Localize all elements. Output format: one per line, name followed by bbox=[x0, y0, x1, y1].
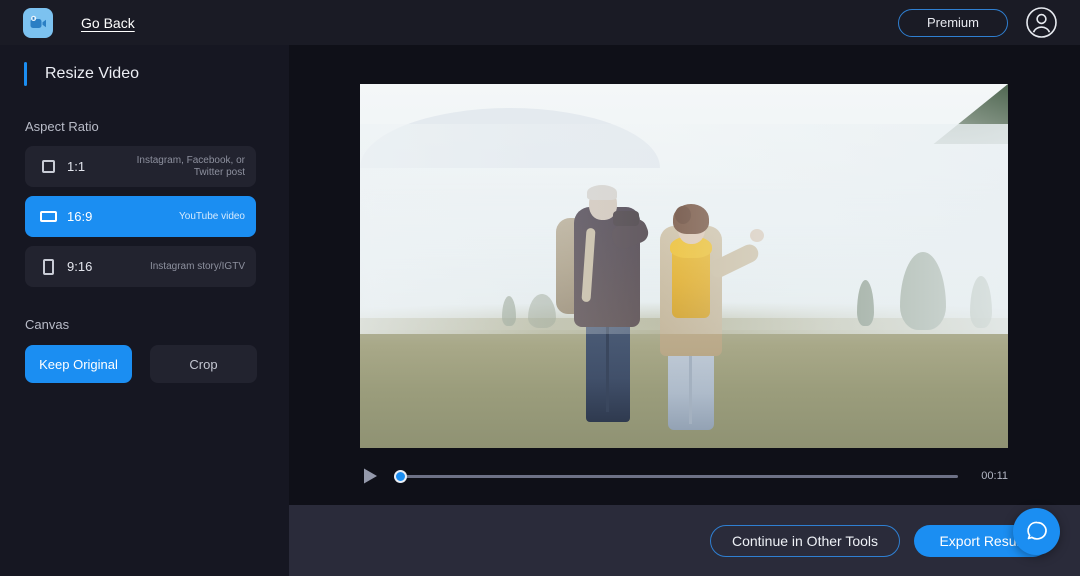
aspect-ratio-label: 16:9 bbox=[67, 209, 93, 224]
video-progress-bar[interactable] bbox=[394, 466, 958, 486]
title-accent-bar bbox=[24, 62, 27, 86]
page-title: Resize Video bbox=[45, 65, 139, 82]
sidebar-panel: Resize Video Aspect Ratio 1:1 Instagram,… bbox=[0, 45, 289, 576]
video-preview[interactable] bbox=[360, 84, 1008, 448]
canvas-section-label: Canvas bbox=[25, 317, 70, 332]
header-actions: Premium bbox=[898, 7, 1057, 38]
aspect-ratio-section-label: Aspect Ratio bbox=[25, 119, 99, 134]
canvas-crop-button[interactable]: Crop bbox=[150, 345, 257, 383]
bottom-action-bar: Continue in Other Tools Export Result bbox=[289, 505, 1080, 576]
canvas-options: Keep Original Crop bbox=[25, 345, 289, 383]
video-scene bbox=[360, 84, 1008, 448]
binoculars bbox=[613, 211, 639, 226]
app-header: Go Back Premium bbox=[0, 0, 1080, 45]
go-back-link[interactable]: Go Back bbox=[81, 15, 135, 31]
user-avatar-icon[interactable] bbox=[1026, 7, 1057, 38]
aspect-ratio-option-16-9[interactable]: 16:9 YouTube video bbox=[25, 196, 256, 237]
continue-in-other-tools-button[interactable]: Continue in Other Tools bbox=[710, 524, 900, 557]
video-preview-area: 00:11 bbox=[289, 45, 1080, 505]
landscape-rectangle-outline-icon bbox=[39, 211, 57, 222]
square-outline-icon bbox=[39, 160, 57, 173]
man-hair bbox=[587, 185, 617, 200]
chat-bubble-icon[interactable] bbox=[1013, 508, 1060, 555]
man-jeans bbox=[586, 312, 630, 422]
progress-track bbox=[394, 474, 958, 478]
woman-hair-front bbox=[675, 206, 691, 224]
woman-hand bbox=[750, 229, 764, 242]
progress-scrubber-handle[interactable] bbox=[394, 469, 407, 483]
resize-video-app: Go Back Premium Resize Video Aspect Rati… bbox=[0, 0, 1080, 576]
play-triangle-icon[interactable] bbox=[360, 466, 380, 486]
panel-title-row: Resize Video bbox=[24, 62, 289, 86]
aspect-ratio-description: Instagram, Facebook, or Twitter post bbox=[136, 154, 245, 178]
video-player-controls: 00:11 bbox=[360, 463, 1008, 489]
video-duration-label: 00:11 bbox=[981, 470, 1008, 482]
aspect-ratio-option-1-1[interactable]: 1:1 Instagram, Facebook, or Twitter post bbox=[25, 146, 256, 187]
aspect-ratio-option-9-16[interactable]: 9:16 Instagram story/IGTV bbox=[25, 246, 256, 287]
woman-pointing bbox=[646, 180, 766, 430]
aspect-ratio-description: Instagram story/IGTV bbox=[149, 260, 245, 272]
aspect-ratio-label: 1:1 bbox=[67, 159, 86, 174]
aspect-ratio-label: 9:16 bbox=[67, 259, 93, 274]
premium-button[interactable]: Premium bbox=[898, 8, 1008, 37]
portrait-rectangle-outline-icon bbox=[39, 258, 57, 275]
video-camera-logo-icon[interactable] bbox=[23, 7, 53, 38]
canvas-keep-original-button[interactable]: Keep Original bbox=[25, 345, 132, 383]
man-with-binoculars bbox=[556, 166, 652, 422]
aspect-ratio-options: 1:1 Instagram, Facebook, or Twitter post… bbox=[0, 146, 289, 287]
aspect-ratio-description: YouTube video bbox=[179, 210, 245, 222]
